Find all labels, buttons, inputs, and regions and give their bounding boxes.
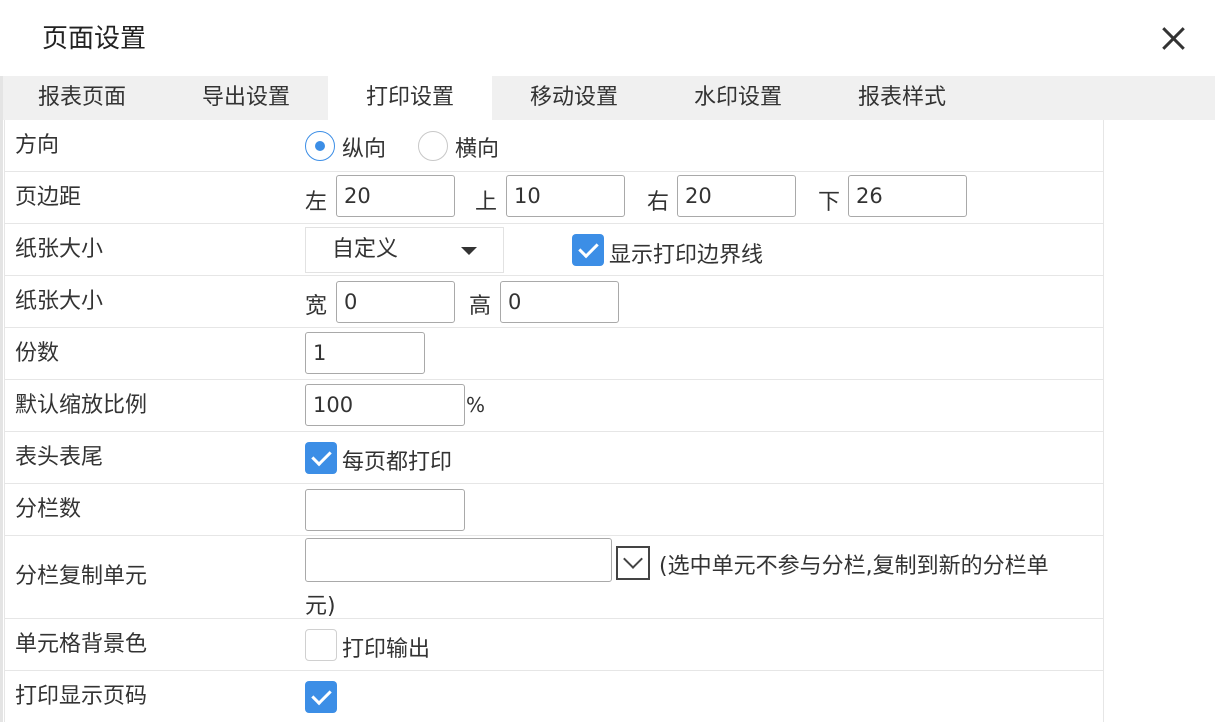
paper-size-label: 纸张大小 (15, 237, 104, 262)
row-paper-dimensions: 纸张大小 宽 0 高 0 (5, 276, 1103, 328)
page-number-label: 打印显示页码 (15, 684, 148, 709)
paper-size-value: 自定义 (332, 237, 399, 262)
margin-left-input[interactable]: 20 (336, 175, 455, 217)
row-page-number: 打印显示页码 (5, 671, 1103, 722)
column-copy-input[interactable] (305, 538, 612, 582)
page-number-checkbox[interactable] (305, 681, 337, 713)
left-edge-divider (0, 76, 3, 722)
tab-mobile-settings[interactable]: 移动设置 (492, 76, 656, 120)
tab-watermark-settings[interactable]: 水印设置 (656, 76, 820, 120)
show-border-label: 显示打印边界线 (609, 243, 764, 268)
paper-height-input[interactable]: 0 (500, 281, 619, 323)
zoom-label: 默认缩放比例 (15, 393, 148, 418)
column-copy-hint-line1: (选中单元不参与分栏,复制到新的分栏单 (659, 554, 1049, 579)
margin-top-label: 上 (475, 190, 498, 215)
margin-bottom-label: 下 (818, 190, 841, 215)
dialog-title: 页面设置 (42, 24, 147, 54)
margin-right-label: 右 (647, 190, 670, 215)
print-every-page-label: 每页都打印 (342, 450, 453, 475)
zoom-input[interactable]: 100 (305, 384, 465, 426)
row-paper-size: 纸张大小 自定义 显示打印边界线 (5, 224, 1103, 276)
margins-label: 页边距 (15, 185, 82, 210)
print-every-page-checkbox[interactable] (305, 442, 337, 474)
close-icon[interactable] (1156, 22, 1190, 56)
copies-input[interactable]: 1 (305, 332, 425, 374)
tab-report-style[interactable]: 报表样式 (820, 76, 984, 120)
margin-top-input[interactable]: 10 (506, 175, 625, 217)
row-margins: 页边距 左 20 上 10 右 20 下 26 (5, 172, 1103, 224)
show-border-checkbox[interactable] (572, 234, 604, 266)
paper-dims-label: 纸张大小 (15, 289, 104, 314)
column-copy-label: 分栏复制单元 (15, 564, 148, 589)
portrait-radio[interactable] (305, 131, 335, 161)
print-settings-form: 方向 纵向 横向 页边距 左 20 上 10 右 20 下 26 纸张大小 自定… (4, 120, 1104, 722)
copies-label: 份数 (15, 341, 60, 366)
row-orientation: 方向 纵向 横向 (5, 120, 1103, 172)
cell-bg-label: 单元格背景色 (15, 632, 148, 657)
row-cell-background: 单元格背景色 打印输出 (5, 619, 1103, 671)
chevron-down-icon (461, 247, 477, 255)
row-column-copy: 分栏复制单元 (选中单元不参与分栏,复制到新的分栏单 元) (5, 536, 1103, 619)
landscape-label: 横向 (455, 137, 500, 162)
print-output-label: 打印输出 (342, 637, 431, 662)
paper-width-input[interactable]: 0 (336, 281, 455, 323)
print-output-checkbox[interactable] (305, 629, 337, 661)
row-zoom: 默认缩放比例 100 % (5, 380, 1103, 432)
paper-size-select[interactable]: 自定义 (305, 227, 504, 273)
landscape-radio[interactable] (418, 131, 448, 161)
row-copies: 份数 1 (5, 328, 1103, 380)
zoom-unit: % (466, 393, 486, 417)
columns-input[interactable] (305, 489, 465, 531)
tab-report-page[interactable]: 报表页面 (0, 76, 164, 120)
paper-height-label: 高 (469, 294, 492, 319)
paper-width-label: 宽 (305, 294, 328, 319)
column-copy-dropdown-button[interactable] (616, 546, 650, 580)
orientation-label: 方向 (15, 133, 60, 158)
column-copy-hint-line2: 元) (305, 594, 336, 619)
tab-print-settings[interactable]: 打印设置 (328, 76, 492, 120)
row-columns: 分栏数 (5, 484, 1103, 536)
margin-bottom-input[interactable]: 26 (848, 175, 967, 217)
dialog-header: 页面设置 (0, 0, 1215, 76)
row-header-footer: 表头表尾 每页都打印 (5, 432, 1103, 484)
tab-export-settings[interactable]: 导出设置 (164, 76, 328, 120)
margin-right-input[interactable]: 20 (677, 175, 796, 217)
header-footer-label: 表头表尾 (15, 445, 104, 470)
portrait-label: 纵向 (342, 137, 387, 162)
columns-label: 分栏数 (15, 497, 82, 522)
tab-bar: 报表页面 导出设置 打印设置 移动设置 水印设置 报表样式 (0, 76, 1215, 120)
margin-left-label: 左 (305, 190, 328, 215)
